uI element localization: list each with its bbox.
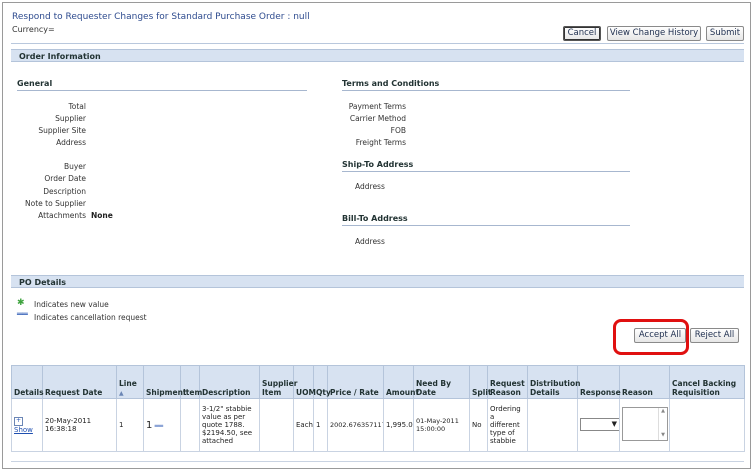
new-value-icon: ✱ xyxy=(17,298,25,308)
col-amount: Amount xyxy=(383,365,419,399)
col-reason: Reason xyxy=(619,365,670,399)
need-by-date-cell: 01-May-2011 15:00:00 xyxy=(413,398,470,452)
reject-all-button[interactable]: Reject All xyxy=(690,328,739,343)
amount-cell: 1,995.00 xyxy=(383,398,414,452)
item-cell xyxy=(180,398,200,452)
address-label: Address xyxy=(56,138,86,147)
legend-cancellation: Indicates cancellation request xyxy=(34,313,147,322)
order-date-label: Order Date xyxy=(44,174,86,183)
attachments-label: Attachments xyxy=(38,211,86,220)
uom-cell: Each xyxy=(293,398,314,452)
cancellation-marker-icon: ══ xyxy=(154,421,164,430)
supplier-item-cell xyxy=(259,398,294,452)
col-supplier-item: Supplier Item xyxy=(259,365,297,399)
distribution-details-cell xyxy=(527,398,578,452)
currency-label: Currency= xyxy=(12,25,55,34)
description-label: Description xyxy=(43,187,86,196)
bottom-divider xyxy=(11,461,744,462)
col-split: Split xyxy=(469,365,492,399)
reason-textarea[interactable]: ▲ ▼ xyxy=(622,407,668,441)
general-title: General xyxy=(17,79,53,88)
view-change-history-button[interactable]: View Change History xyxy=(607,26,701,41)
supplier-label: Supplier xyxy=(55,114,86,123)
col-cancel-backing-requisition: Cancel Backing Requisition xyxy=(669,365,745,399)
title-divider xyxy=(11,43,744,44)
split-cell: No xyxy=(469,398,488,452)
ship-to-divider xyxy=(342,171,630,172)
freight-terms-label: Freight Terms xyxy=(355,138,406,147)
col-request-reason: Request Reason xyxy=(487,365,528,399)
shipment-cell: 1 ══ xyxy=(143,398,181,452)
qty-cell: 1 xyxy=(313,398,328,452)
col-details: Details xyxy=(11,365,44,399)
bill-to-address-label: Address xyxy=(355,237,385,246)
col-distribution-details: Distribution Details xyxy=(527,365,580,399)
col-qty: Qty xyxy=(313,365,331,399)
col-shipment: Shipment xyxy=(143,365,187,399)
terms-title: Terms and Conditions xyxy=(342,79,440,88)
ship-to-title: Ship-To Address xyxy=(342,160,414,169)
col-request-date: Request Date xyxy=(42,365,117,399)
scrollbar[interactable]: ▲ ▼ xyxy=(658,408,667,440)
page-title: Respond to Requester Changes for Standar… xyxy=(12,12,310,22)
reason-cell: ▲ ▼ xyxy=(619,398,670,452)
col-line-label: Line xyxy=(119,379,137,388)
total-label: Total xyxy=(68,102,86,111)
submit-button[interactable]: Submit xyxy=(706,26,744,41)
ship-to-address-label: Address xyxy=(355,182,385,191)
table-header-row: Details Request Date Line ▲ Shipment Ite… xyxy=(11,365,745,399)
col-price-rate: Price / Rate xyxy=(327,365,384,399)
cancellation-icon: ══ xyxy=(17,310,28,320)
show-details-link[interactable]: Show xyxy=(14,426,33,434)
request-reason-cell: Ordering a different type of stabbie xyxy=(487,398,528,452)
buyer-label: Buyer xyxy=(63,162,86,171)
terms-divider xyxy=(342,90,630,91)
col-need-by-date: Need By Date xyxy=(413,365,470,399)
carrier-method-label: Carrier Method xyxy=(349,114,406,123)
chevron-down-icon: ▼ xyxy=(611,419,617,428)
legend-new-value: Indicates new value xyxy=(34,300,109,309)
bill-to-divider xyxy=(342,225,630,226)
col-item: Item xyxy=(180,365,202,399)
col-line[interactable]: Line ▲ xyxy=(116,365,144,399)
details-cell[interactable]: +Show xyxy=(11,398,43,452)
supplier-site-label: Supplier Site xyxy=(38,126,86,135)
col-response: Response xyxy=(577,365,621,399)
response-select[interactable]: ▼ xyxy=(580,417,619,431)
attachments-value: None xyxy=(91,211,113,220)
bill-to-title: Bill-To Address xyxy=(342,214,408,223)
shipment-value: 1 xyxy=(146,419,153,431)
order-information-header: Order Information xyxy=(11,49,744,62)
po-details-header: PO Details xyxy=(11,275,744,288)
description-cell: 3-1/2" stabbie value as per quote 1788. … xyxy=(199,398,260,452)
general-divider xyxy=(17,90,307,91)
response-cell: ▼ xyxy=(577,398,620,452)
payment-terms-label: Payment Terms xyxy=(348,102,406,111)
price-cell: 2002.6763571177 xyxy=(327,398,384,452)
request-date-cell: 20-May-2011 16:38:18 xyxy=(42,398,117,452)
fob-label: FOB xyxy=(390,126,406,135)
table-row: +Show 20-May-2011 16:38:18 1 1 ══ 3-1/2"… xyxy=(11,398,745,452)
po-details-table: Details Request Date Line ▲ Shipment Ite… xyxy=(11,365,745,452)
window-frame: Respond to Requester Changes for Standar… xyxy=(2,2,751,469)
cancel-backing-cell xyxy=(669,398,745,452)
cancel-button[interactable]: Cancel xyxy=(563,26,601,41)
expand-icon: + xyxy=(14,417,23,426)
highlight-circle xyxy=(613,319,689,355)
line-cell: 1 xyxy=(116,398,144,452)
col-description: Description xyxy=(199,365,260,399)
note-to-supplier-label: Note to Supplier xyxy=(25,199,86,208)
sort-ascending-icon: ▲ xyxy=(119,390,124,397)
